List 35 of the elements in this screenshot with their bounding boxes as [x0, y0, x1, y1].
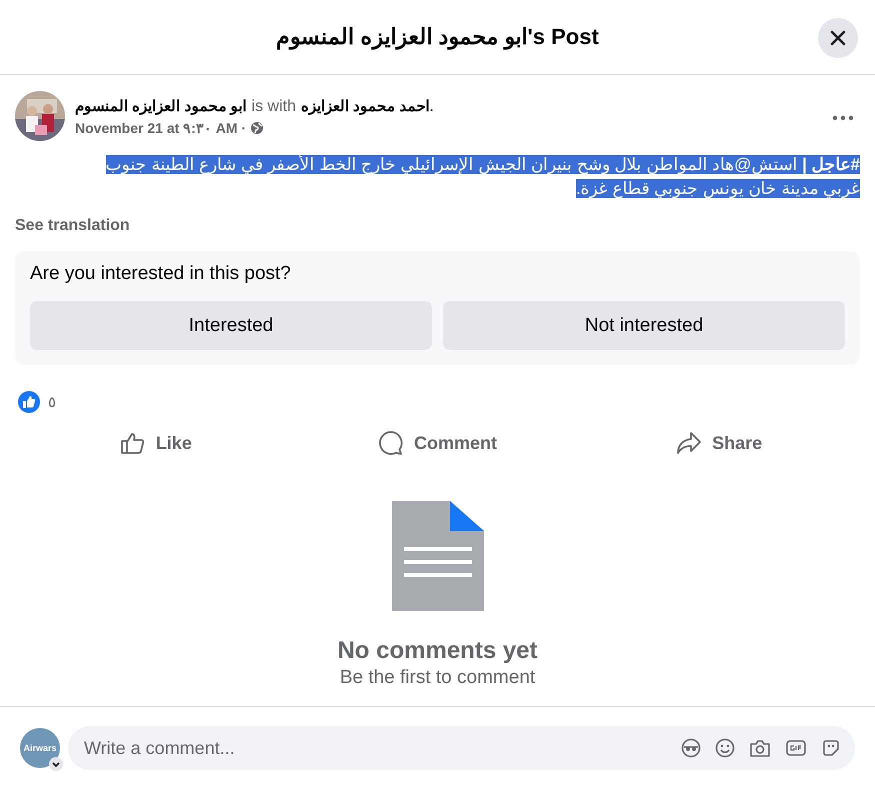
reaction-count[interactable]: ٥: [48, 393, 56, 411]
comment-field[interactable]: Write a comment...: [68, 726, 855, 770]
like-reaction-icon[interactable]: [18, 391, 40, 413]
sticker-icon[interactable]: [821, 738, 841, 758]
speech-bubble-icon: [378, 430, 404, 456]
post-text: #عاجل | استش@هاد المواطن بلال وشح بنيران الجيش الإسرائيلي خارج الخط الأصفر في شارع الطينة جنوب غربي مدينة خان يونس جنوبي قطاع غزة.: [104, 154, 860, 200]
like-button[interactable]: Like: [15, 423, 297, 463]
share-button[interactable]: Share: [578, 423, 860, 463]
empty-subtitle: Be the first to comment: [340, 667, 536, 689]
user-avatar[interactable]: Airwars: [20, 728, 60, 768]
not-interested-button[interactable]: Not interested: [443, 301, 845, 350]
period: .: [429, 98, 434, 116]
comment-input[interactable]: Write a comment...: [82, 736, 667, 760]
with-label: is with: [252, 98, 296, 116]
close-button[interactable]: [818, 18, 858, 58]
author-name[interactable]: ابو محمود العزايزه المنسوم: [75, 96, 247, 114]
tagged-name[interactable]: احمد محمود العزايزه: [300, 96, 430, 114]
camera-icon[interactable]: [749, 738, 771, 758]
post-title: ابو محمود العزايزه المنسوم's Post: [276, 24, 599, 50]
avatar-label: Airwars: [23, 743, 57, 753]
interested-button[interactable]: Interested: [30, 301, 432, 350]
share-arrow-icon: [676, 431, 702, 455]
interest-question: Are you interested in this post?: [30, 263, 292, 285]
post-date[interactable]: November 21 at ٩:٣٠ AM ·: [75, 120, 246, 136]
see-translation-link[interactable]: See translation: [15, 217, 860, 235]
smiley-icon[interactable]: [715, 738, 735, 758]
chevron-down-icon[interactable]: [49, 757, 63, 771]
gif-icon[interactable]: [785, 738, 807, 758]
close-icon: [829, 29, 847, 47]
thumbs-up-icon: [120, 431, 146, 455]
empty-title: No comments yet: [337, 637, 538, 665]
comment-button[interactable]: Comment: [296, 423, 578, 463]
globe-icon: [250, 120, 264, 134]
avatar-sticker-icon[interactable]: [681, 738, 701, 758]
document-icon: [392, 501, 484, 611]
